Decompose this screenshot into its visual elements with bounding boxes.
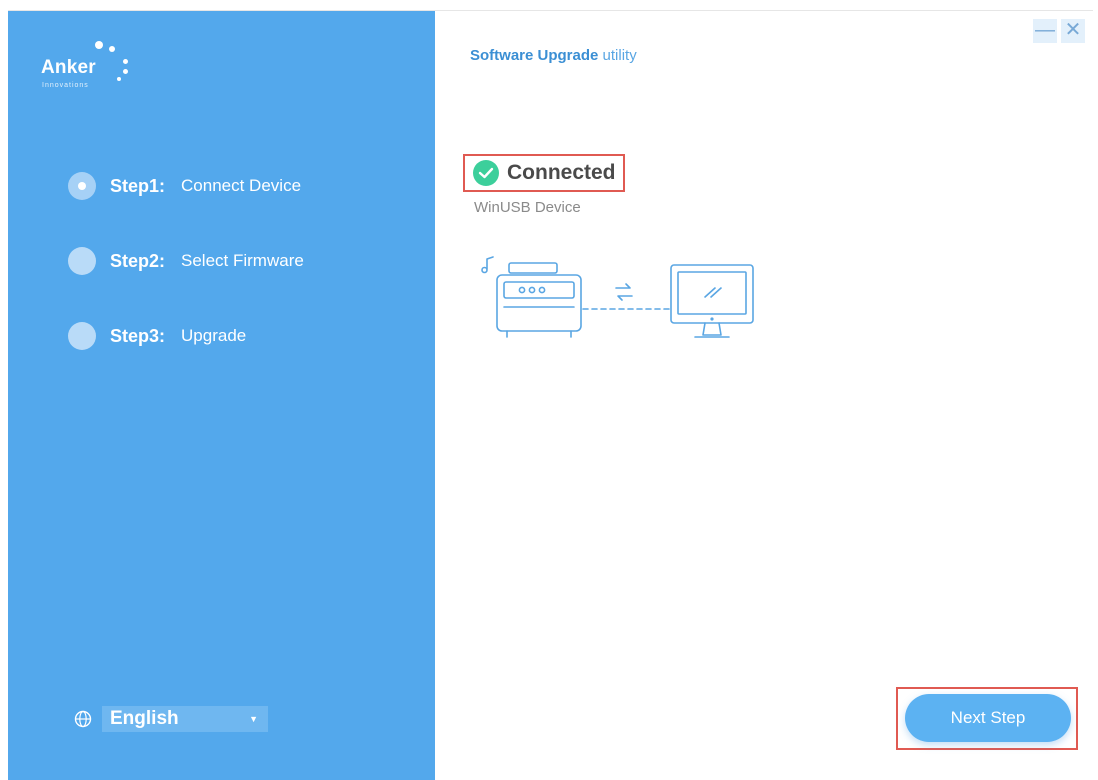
step-number: Step2: <box>110 250 166 271</box>
step-connect-device: Step1: Connect Device <box>68 171 301 201</box>
language-value: English <box>110 708 179 729</box>
logo-dot <box>117 77 121 81</box>
app-title-strong: Software Upgrade <box>470 47 599 64</box>
step-active-indicator-icon <box>68 172 96 200</box>
step-label: Connect Device <box>181 176 302 195</box>
globe-icon <box>74 710 92 728</box>
step-upgrade: Step3: Upgrade <box>68 321 246 351</box>
device-connection-illustration <box>481 256 754 338</box>
upgrade-window: Anker Innovations Step1: Connect Device … <box>8 10 1093 780</box>
status-text: Connected <box>507 161 616 184</box>
close-button[interactable]: ✕ <box>1061 19 1085 43</box>
step-label: Select Firmware <box>181 251 304 270</box>
connection-status: Connected <box>463 154 625 192</box>
next-step-button[interactable]: Next Step <box>905 694 1071 742</box>
minimize-button[interactable]: — <box>1033 19 1057 43</box>
next-step-highlight: Next Step <box>896 687 1078 750</box>
step-number: Step1: <box>110 175 166 196</box>
app-title: Software Upgrade utility <box>470 47 637 64</box>
step-select-firmware: Step2: Select Firmware <box>68 246 304 276</box>
chevron-down-icon: ▼ <box>249 714 258 724</box>
main-panel: Software Upgrade utility — ✕ Connected W… <box>435 11 1093 780</box>
step-pending-indicator-icon <box>68 247 96 275</box>
step-number: Step3: <box>110 325 166 346</box>
logo-dot <box>123 59 128 64</box>
logo-dot <box>109 46 115 52</box>
sidebar: Anker Innovations Step1: Connect Device … <box>8 11 435 780</box>
device-name: WinUSB Device <box>474 199 581 216</box>
language-dropdown[interactable]: English ▼ <box>102 706 268 732</box>
brand-name: Anker <box>41 57 96 78</box>
language-selector: English ▼ <box>74 705 268 733</box>
app-title-light: utility <box>602 47 637 64</box>
step-pending-indicator-icon <box>68 322 96 350</box>
anker-logo: Anker Innovations <box>41 39 151 99</box>
logo-dot <box>95 41 103 49</box>
logo-dot <box>123 69 128 74</box>
brand-tagline: Innovations <box>42 82 89 89</box>
step-label: Upgrade <box>181 326 247 345</box>
check-circle-icon <box>473 160 499 186</box>
